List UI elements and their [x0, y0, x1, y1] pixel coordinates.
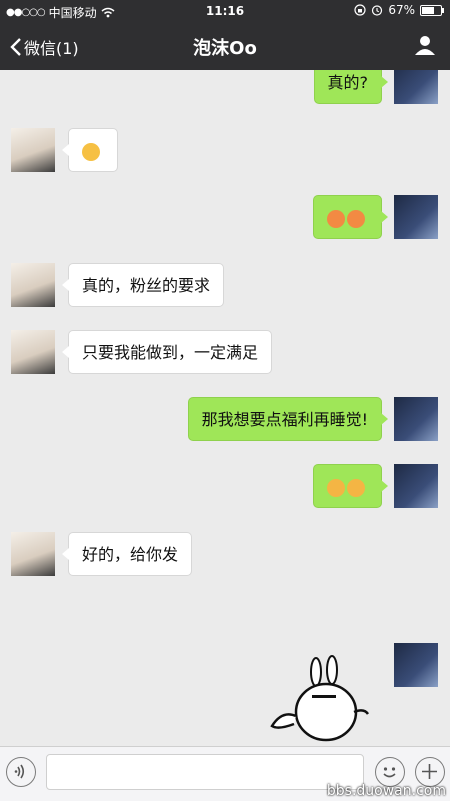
smile-emoji-icon: [82, 142, 100, 161]
battery-percent: 67%: [388, 3, 415, 17]
chat-title: 泡沫Oo: [193, 38, 257, 59]
angry-emoji-icon: [347, 209, 365, 228]
rotation-lock-icon: [354, 4, 366, 16]
watermark: bbs.duowan.com: [326, 783, 446, 799]
alarm-icon: [372, 5, 383, 16]
rabbit-sticker[interactable]: [268, 654, 376, 746]
grin-emoji-icon: [347, 478, 365, 497]
my-avatar[interactable]: [394, 70, 438, 104]
message-bubble-sent[interactable]: [313, 195, 388, 239]
smiley-icon: [383, 767, 396, 778]
message-bubble-sent[interactable]: 那我想要点福利再睡觉!: [187, 397, 389, 441]
contact-avatar[interactable]: [11, 263, 55, 307]
contact-avatar[interactable]: [11, 128, 55, 172]
person-icon: [415, 36, 435, 55]
angry-emoji-icon: [327, 209, 345, 228]
message-input[interactable]: [46, 754, 364, 790]
message-bubble-sent[interactable]: [313, 464, 388, 508]
contact-avatar[interactable]: [11, 532, 55, 576]
my-avatar[interactable]: [394, 464, 438, 508]
message-bubble-received[interactable]: [62, 128, 118, 172]
message-bubble-received[interactable]: 好的，给你发: [61, 532, 193, 576]
my-avatar[interactable]: [394, 643, 438, 687]
my-avatar[interactable]: [394, 195, 438, 239]
voice-toggle-button[interactable]: [6, 757, 36, 787]
battery-icon: [420, 4, 444, 16]
contact-avatar[interactable]: [11, 330, 55, 374]
voice-icon: [14, 764, 25, 779]
contact-info-button[interactable]: [414, 34, 436, 60]
message-list[interactable]: 真的? 真的，粉丝的要求 只要我能做到，一定满足 那我想要点福利再睡觉! 好的，…: [0, 70, 450, 746]
plus-icon: [422, 764, 437, 779]
grin-emoji-icon: [327, 478, 345, 497]
message-bubble-received[interactable]: 真的，粉丝的要求: [61, 263, 225, 307]
status-bar: ●●○○○ 中国移动 11:16 67%: [0, 0, 450, 22]
input-bar: bbs.duowan.com: [0, 746, 450, 801]
message-bubble-sent[interactable]: 真的?: [313, 70, 388, 104]
nav-bar: 微信(1) 泡沫Oo: [0, 22, 450, 70]
message-bubble-received[interactable]: 只要我能做到，一定满足: [61, 330, 273, 374]
my-avatar[interactable]: [394, 397, 438, 441]
